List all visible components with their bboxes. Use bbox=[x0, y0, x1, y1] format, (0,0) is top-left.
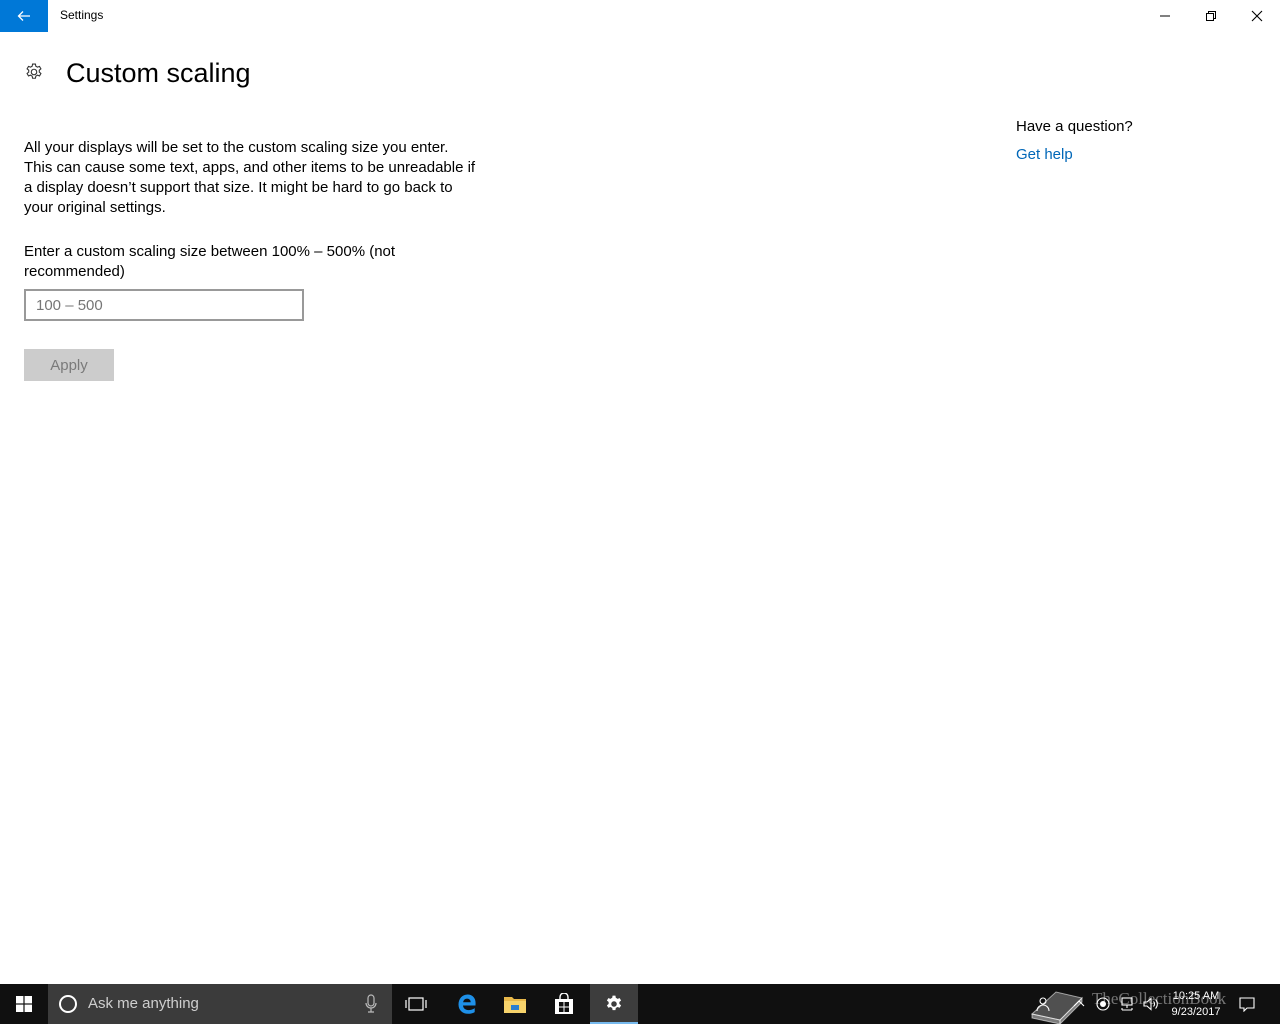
gear-icon bbox=[26, 63, 42, 79]
file-explorer-icon bbox=[504, 997, 526, 1013]
title-bar: Settings bbox=[0, 0, 1280, 32]
scaling-input-label: Enter a custom scaling size between 100%… bbox=[24, 243, 396, 280]
warning-description: All your displays will be set to the cus… bbox=[24, 139, 476, 216]
clock[interactable]: 10:25 AM 9/23/2017 bbox=[1166, 988, 1226, 1020]
network-icon bbox=[1121, 997, 1133, 1011]
page-title: Custom scaling bbox=[66, 58, 251, 88]
store-button[interactable] bbox=[540, 984, 588, 1024]
back-arrow-icon bbox=[17, 11, 30, 21]
network-button[interactable] bbox=[1116, 984, 1138, 1024]
notification-icon bbox=[1239, 997, 1255, 1012]
get-help-link[interactable]: Get help bbox=[1016, 145, 1133, 165]
settings-icon bbox=[606, 995, 622, 1011]
close-button[interactable] bbox=[1234, 0, 1280, 32]
people-icon bbox=[1036, 997, 1050, 1012]
people-button[interactable] bbox=[1032, 984, 1054, 1024]
start-button[interactable] bbox=[0, 984, 48, 1024]
window-title: Settings bbox=[60, 8, 104, 22]
windows-logo-icon bbox=[16, 996, 32, 1012]
file-explorer-button[interactable] bbox=[491, 984, 539, 1024]
volume-button[interactable] bbox=[1140, 984, 1162, 1024]
clock-time: 10:25 AM bbox=[1172, 990, 1220, 1002]
settings-taskbar-button[interactable] bbox=[590, 984, 638, 1024]
restore-icon bbox=[1206, 11, 1216, 21]
taskbar: Ask me anything 10:25 AM 9/23/2017 bbox=[0, 984, 1280, 1024]
show-hidden-icons-button[interactable] bbox=[1068, 984, 1090, 1024]
record-icon bbox=[1096, 997, 1110, 1011]
edge-icon bbox=[458, 994, 476, 1014]
volume-icon bbox=[1143, 997, 1158, 1011]
restore-button[interactable] bbox=[1188, 0, 1234, 32]
cortana-icon bbox=[59, 995, 77, 1013]
store-icon bbox=[555, 993, 573, 1014]
chevron-up-icon bbox=[1073, 1000, 1085, 1007]
apply-button[interactable]: Apply bbox=[24, 349, 114, 381]
back-button[interactable] bbox=[0, 0, 48, 32]
record-tray-button[interactable] bbox=[1092, 984, 1114, 1024]
task-view-button[interactable] bbox=[392, 984, 440, 1024]
minimize-icon bbox=[1160, 15, 1170, 17]
close-icon bbox=[1251, 10, 1263, 22]
cortana-search-box[interactable]: Ask me anything bbox=[48, 984, 392, 1024]
edge-button[interactable] bbox=[443, 984, 491, 1024]
task-view-icon bbox=[405, 997, 427, 1011]
help-panel: Have a question? Get help bbox=[1016, 117, 1133, 165]
search-placeholder: Ask me anything bbox=[88, 995, 199, 1012]
action-center-button[interactable] bbox=[1236, 984, 1258, 1024]
clock-date: 9/23/2017 bbox=[1171, 1006, 1221, 1018]
minimize-button[interactable] bbox=[1142, 0, 1188, 32]
custom-scaling-input[interactable] bbox=[24, 289, 304, 321]
help-question: Have a question? bbox=[1016, 118, 1133, 135]
microphone-icon[interactable] bbox=[364, 994, 378, 1014]
